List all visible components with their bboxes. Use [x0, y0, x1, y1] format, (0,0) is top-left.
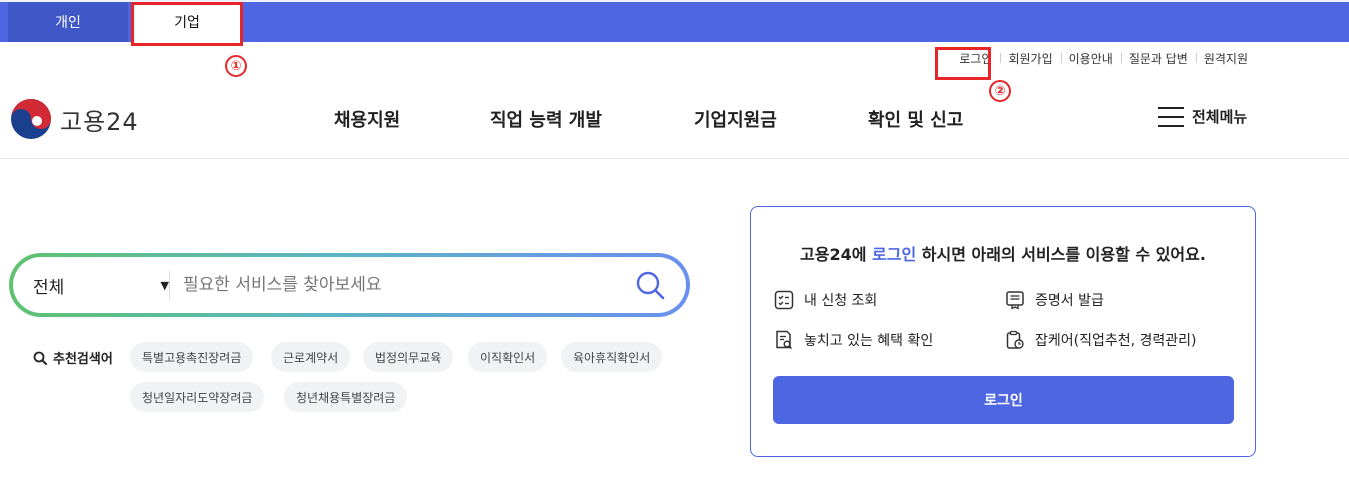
- keyword-chip[interactable]: 특별고용촉진장려금: [130, 342, 254, 372]
- search-icon[interactable]: [634, 269, 666, 301]
- search-category-select[interactable]: 전체 ▼: [33, 257, 169, 313]
- search-divider: [169, 271, 170, 299]
- caret-down-icon: ▼: [160, 278, 169, 292]
- all-menu-button[interactable]: 전체메뉴: [1158, 106, 1247, 127]
- keyword-chip[interactable]: 청년일자리도약장려금: [130, 382, 265, 412]
- keyword-chip[interactable]: 육아휴직확인서: [561, 342, 663, 372]
- taegeuk-logo-icon: [11, 99, 51, 139]
- keyword-chip[interactable]: 청년채용특별장려금: [284, 382, 408, 412]
- keyword-chip[interactable]: 근로계약서: [271, 342, 351, 372]
- gnb-recruit-support[interactable]: 채용지원: [334, 106, 400, 132]
- search-small-icon: [33, 351, 47, 365]
- login-button[interactable]: 로그인: [773, 376, 1234, 424]
- service-jobcare[interactable]: 잡케어(직업추천, 경력관리): [1005, 330, 1197, 350]
- service-missed-benefits[interactable]: 놓치고 있는 혜택 확인: [774, 330, 933, 350]
- annotation-box-business-tab: [131, 2, 243, 46]
- service-label: 잡케어(직업추천, 경력관리): [1035, 333, 1197, 349]
- header-divider: [0, 158, 1349, 159]
- utility-guide-link[interactable]: 이용안내: [1060, 50, 1121, 67]
- service-my-application[interactable]: 내 신청 조회: [774, 290, 877, 310]
- logo-text: 고용24: [60, 107, 139, 136]
- checklist-icon: [774, 290, 794, 310]
- utility-qna-link[interactable]: 질문과 답변: [1120, 50, 1196, 67]
- service-label: 놓치고 있는 혜택 확인: [804, 333, 934, 349]
- recommended-label-text: 추천검색어: [53, 352, 113, 367]
- gnb-vocational-training[interactable]: 직업 능력 개발: [490, 106, 602, 132]
- service-label: 증명서 발급: [1035, 293, 1104, 309]
- all-menu-label: 전체메뉴: [1192, 108, 1248, 126]
- document-search-icon: [776, 330, 792, 349]
- search-input[interactable]: [183, 269, 603, 301]
- login-card-title: 고용24에 로그인 하시면 아래의 서비스를 이용할 수 있어요.: [800, 245, 1206, 264]
- tab-personal[interactable]: 개인: [8, 2, 128, 42]
- site-logo[interactable]: 고용24: [10, 98, 139, 140]
- search-category-value: 전체: [33, 277, 65, 298]
- annotation-box-login-link: [935, 47, 991, 80]
- recommended-keywords-label: 추천검색어: [33, 348, 113, 367]
- annotation-number-2: ②: [989, 80, 1011, 102]
- service-certificate-issue[interactable]: 증명서 발급: [1005, 290, 1104, 310]
- keyword-chip[interactable]: 법정의무교육: [363, 342, 454, 372]
- utility-remote-link[interactable]: 원격지원: [1195, 50, 1256, 67]
- search-bar: 전체 ▼: [9, 253, 690, 317]
- service-label: 내 신청 조회: [804, 293, 878, 309]
- hamburger-icon: [1158, 106, 1184, 127]
- utility-nav: 로그인 회원가입 이용안내 질문과 답변 원격지원: [951, 50, 1256, 67]
- gnb-confirm-report[interactable]: 확인 및 신고: [868, 106, 963, 132]
- utility-signup-link[interactable]: 회원가입: [1000, 50, 1060, 67]
- gnb-company-subsidy[interactable]: 기업지원금: [694, 106, 777, 132]
- login-card: 고용24에 로그인 하시면 아래의 서비스를 이용할 수 있어요. 내 신청 조…: [750, 206, 1256, 457]
- clipboard-clock-icon: [1006, 330, 1024, 349]
- annotation-number-1: ①: [225, 55, 247, 77]
- certificate-icon: [1006, 291, 1024, 310]
- keyword-chip[interactable]: 이직확인서: [468, 342, 548, 372]
